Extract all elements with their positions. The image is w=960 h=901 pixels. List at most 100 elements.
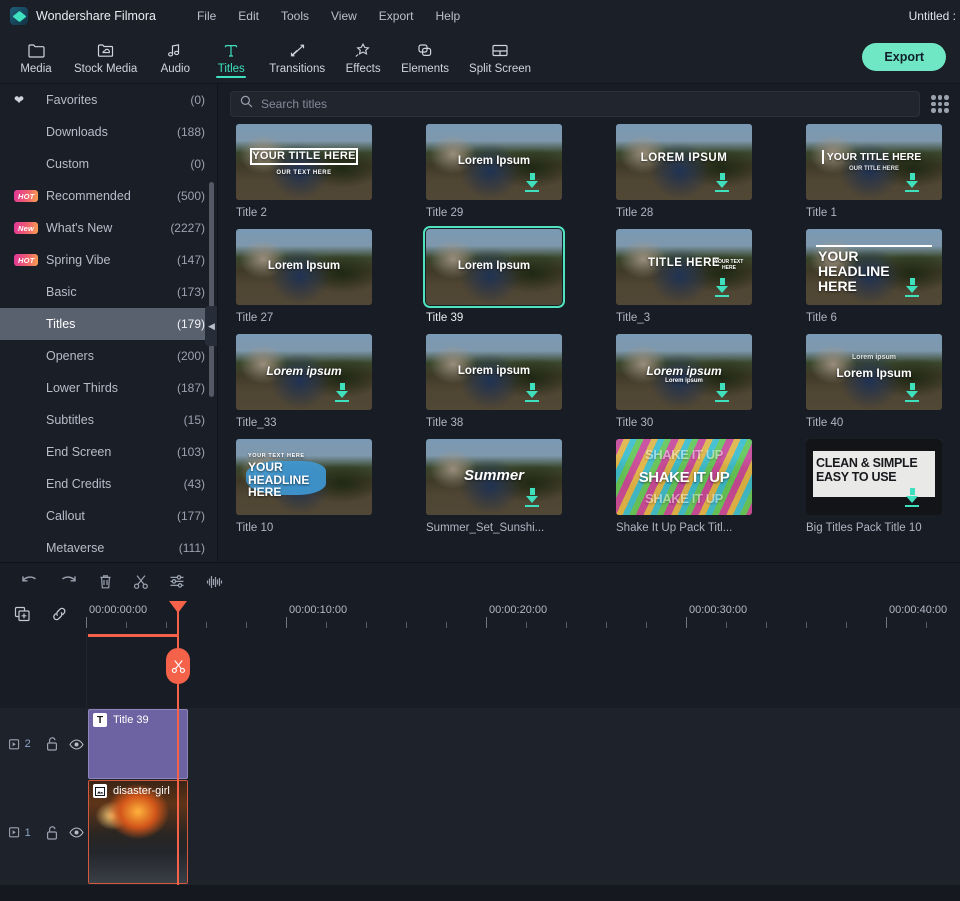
title-template-thumbnail[interactable]: YOUR TEXT HERE YOUR HEADLINE HERE (236, 439, 372, 515)
title-template-card[interactable]: YOUR TEXT HERE YOUR HEADLINE HERE Title 10 (232, 439, 376, 544)
split-screen-icon (491, 40, 509, 60)
title-template-thumbnail[interactable]: Lorem Ipsum (426, 124, 562, 200)
title-template-thumbnail[interactable]: YOUR HEADLINE HERE (806, 229, 942, 305)
menu-file[interactable]: File (186, 6, 227, 26)
sidebar-item-openers[interactable]: Openers (200) (0, 340, 217, 372)
title-template-card[interactable]: Lorem ipsum Lorem Ipsum Title 40 (802, 334, 946, 439)
sidebar-item-lower-thirds[interactable]: Lower Thirds (187) (0, 372, 217, 404)
title-template-thumbnail[interactable]: LOREM IPSUM (616, 124, 752, 200)
title-template-thumbnail[interactable]: Summer (426, 439, 562, 515)
search-box[interactable] (230, 91, 920, 117)
grid-view-icon[interactable] (930, 94, 950, 114)
title-template-card[interactable]: Lorem Ipsum Title 39 (422, 226, 566, 334)
sidebar-item-spring-vibe[interactable]: HOT Spring Vibe (147) (0, 244, 217, 276)
title-template-thumbnail[interactable]: Lorem ipsum (236, 334, 372, 410)
title-template-card[interactable]: YOUR HEADLINE HERE Title 6 (802, 229, 946, 334)
title-template-thumbnail[interactable]: YOUR TITLE HERE OUR TEXT HERE (236, 124, 372, 200)
title-template-card[interactable]: LOREM IPSUM Title 28 (612, 124, 756, 229)
tab-media[interactable]: Media (8, 32, 64, 84)
sidebar-item-what-s-new[interactable]: New What's New (2227) (0, 212, 217, 244)
download-icon[interactable] (524, 173, 540, 192)
split-scissors-icon[interactable] (133, 574, 149, 590)
timeline-clip-video[interactable]: disaster-girl (88, 780, 188, 884)
tab-titles[interactable]: Titles (203, 32, 259, 84)
title-template-thumbnail[interactable]: CLEAN & SIMPLE EASY TO USE (806, 439, 942, 515)
title-template-card[interactable]: Lorem ipsum Title 38 (422, 334, 566, 439)
sidebar-scrollbar[interactable] (209, 182, 214, 397)
title-template-thumbnail[interactable]: Lorem ipsum Lorem ipsum (616, 334, 752, 410)
audio-waveform-icon[interactable] (206, 574, 223, 590)
sidebar-item-titles[interactable]: Titles (179) (0, 308, 217, 340)
unlock-icon[interactable] (43, 825, 62, 840)
title-template-thumbnail[interactable]: Lorem Ipsum (423, 226, 565, 308)
eye-visible-icon[interactable] (67, 738, 86, 750)
title-template-card[interactable]: Lorem ipsum Title_33 (232, 334, 376, 439)
settings-sliders-icon[interactable] (169, 574, 186, 589)
sidebar-item-recommended[interactable]: HOT Recommended (500) (0, 180, 217, 212)
title-template-thumbnail[interactable]: Lorem ipsum Lorem Ipsum (806, 334, 942, 410)
title-template-card[interactable]: Lorem Ipsum Title 27 (232, 229, 376, 334)
title-template-thumbnail[interactable]: SHAKE IT UP SHAKE IT UP SHAKE IT UP (616, 439, 752, 515)
download-icon[interactable] (334, 383, 350, 402)
download-icon[interactable] (904, 383, 920, 402)
sidebar-item-subtitles[interactable]: Subtitles (15) (0, 404, 217, 436)
menu-export[interactable]: Export (368, 6, 425, 26)
collapse-left-arrow-icon[interactable]: ◀ (205, 306, 217, 346)
title-template-thumbnail[interactable]: Lorem Ipsum (236, 229, 372, 305)
download-icon[interactable] (904, 173, 920, 192)
add-media-icon[interactable] (14, 606, 31, 627)
menu-tools[interactable]: Tools (270, 6, 320, 26)
sidebar-item-downloads[interactable]: Downloads (188) (0, 116, 217, 148)
sidebar-item-basic[interactable]: Basic (173) (0, 276, 217, 308)
undo-icon[interactable] (20, 574, 39, 589)
search-input[interactable] (261, 97, 910, 111)
download-icon[interactable] (904, 488, 920, 507)
title-template-card[interactable]: SHAKE IT UP SHAKE IT UP SHAKE IT UP Shake I… (612, 439, 756, 544)
download-icon[interactable] (714, 383, 730, 402)
title-template-card[interactable]: YOUR TITLE HERE OUR TITLE HERE Title 1 (802, 124, 946, 229)
tab-stock-media[interactable]: Stock Media (64, 32, 147, 84)
eye-visible-icon[interactable] (67, 827, 86, 838)
timeline-ruler[interactable]: 00:00:00:00 00:00:10:00 00:00:20:00 00:00:3… (86, 600, 960, 632)
menu-help[interactable]: Help (424, 6, 471, 26)
download-icon[interactable] (524, 488, 540, 507)
sidebar-item-end-screen[interactable]: End Screen (103) (0, 436, 217, 468)
tab-elements[interactable]: Elements (391, 32, 459, 84)
title-template-card[interactable]: CLEAN & SIMPLE EASY TO USE Big Titles Pac… (802, 439, 946, 544)
title-template-card[interactable]: Lorem ipsum Lorem ipsum Title 30 (612, 334, 756, 439)
sidebar-item-label: What's New (46, 221, 113, 235)
sidebar-item-favorites[interactable]: ❤ Favorites (0) (0, 84, 217, 116)
link-chain-icon[interactable] (51, 606, 68, 627)
title-template-card[interactable]: TITLE HERE YOUR TEXT HERE Title_3 (612, 229, 756, 334)
redo-icon[interactable] (59, 574, 78, 589)
title-template-card[interactable]: YOUR TITLE HERE OUR TEXT HERE Title 2 (232, 124, 376, 229)
tab-audio[interactable]: Audio (147, 32, 203, 84)
title-template-thumbnail[interactable]: TITLE HERE YOUR TEXT HERE (616, 229, 752, 305)
timeline-clip-title[interactable]: T Title 39 (88, 709, 188, 779)
menu-edit[interactable]: Edit (227, 6, 270, 26)
title-template-card[interactable]: Summer Summer_Set_Sunshi... (422, 439, 566, 544)
download-icon[interactable] (714, 278, 730, 297)
tab-split-screen[interactable]: Split Screen (459, 32, 541, 84)
preview-title-text: Lorem ipsum (457, 365, 531, 377)
tab-effects[interactable]: Effects (335, 32, 391, 84)
title-template-thumbnail[interactable]: Lorem ipsum (426, 334, 562, 410)
download-icon[interactable] (524, 383, 540, 402)
download-icon[interactable] (904, 278, 920, 297)
sidebar-item-end-credits[interactable]: End Credits (43) (0, 468, 217, 500)
download-icon[interactable] (714, 173, 730, 192)
title-template-card[interactable]: Lorem Ipsum Title 29 (422, 124, 566, 229)
tab-transitions[interactable]: Transitions (259, 32, 335, 84)
sidebar-item-metaverse[interactable]: Metaverse (111) (0, 532, 217, 562)
sidebar-item-count: (177) (176, 509, 205, 523)
menu-view[interactable]: View (320, 6, 368, 26)
delete-trash-icon[interactable] (98, 574, 113, 590)
playhead-split-handle[interactable] (166, 648, 190, 684)
unlock-icon[interactable] (43, 737, 62, 751)
sidebar-item-custom[interactable]: Custom (0) (0, 148, 217, 180)
playhead-marker[interactable] (169, 601, 187, 613)
titles-grid-scroll[interactable]: YOUR TITLE HERE OUR TEXT HERE Title 2 Lorem… (218, 124, 960, 562)
export-button[interactable]: Export (862, 43, 946, 71)
sidebar-item-callout[interactable]: Callout (177) (0, 500, 217, 532)
title-template-thumbnail[interactable]: YOUR TITLE HERE OUR TITLE HERE (806, 124, 942, 200)
